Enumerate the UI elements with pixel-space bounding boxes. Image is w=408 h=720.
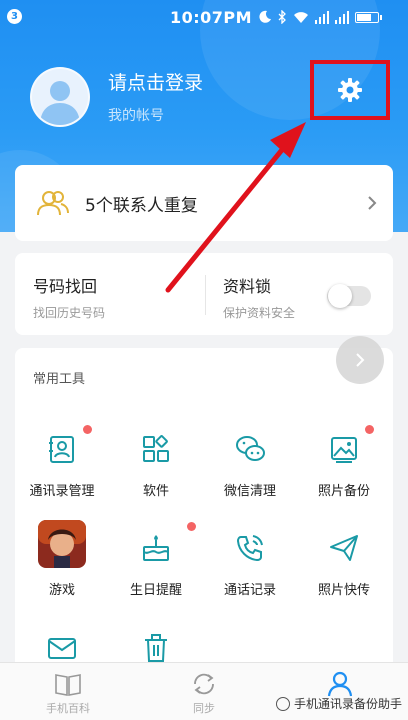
contacts-icon <box>37 191 69 216</box>
signal-icon <box>315 10 329 24</box>
sync-icon <box>194 673 214 695</box>
signal-icon <box>335 10 349 24</box>
toggle-knob <box>328 284 352 308</box>
chevron-right-icon <box>368 196 377 210</box>
nav-label: 手机百科 <box>46 702 90 715</box>
tools-card: 常用工具 通讯录管理 软件 微信清理 照片备份 游戏 生日提醒 通话记录 照片快… <box>15 348 393 678</box>
contact-book-icon <box>49 436 74 463</box>
person-icon <box>327 671 353 697</box>
notification-count-badge: 3 <box>7 9 22 24</box>
tool-label: 微信清理 <box>223 484 276 499</box>
new-badge <box>365 425 374 434</box>
divider <box>205 275 206 315</box>
user-silhouette-icon <box>40 81 80 125</box>
tool-label: 通讯录管理 <box>29 484 95 499</box>
tool-label: 软件 <box>142 484 169 499</box>
tool-birthday-reminder[interactable]: 生日提醒 <box>109 522 203 616</box>
tool-games[interactable]: 游戏 <box>15 520 109 616</box>
tools-section-title: 常用工具 <box>33 372 86 387</box>
settings-button[interactable] <box>310 60 390 120</box>
number-recovery-subtitle: 找回历史号码 <box>33 306 106 320</box>
new-badge <box>187 522 196 531</box>
phone-call-icon <box>236 535 263 562</box>
bluetooth-icon <box>278 10 286 24</box>
tool-wechat-clean[interactable]: 微信清理 <box>203 425 297 517</box>
watermark: 手机通讯录备份助手 <box>275 695 402 712</box>
watermark-text: 手机通讯录备份助手 <box>293 697 402 711</box>
duplicate-contacts-card[interactable]: 5个联系人重复 <box>15 165 393 241</box>
battery-icon <box>355 11 382 23</box>
status-time: 10:07PM <box>170 8 253 27</box>
new-badge <box>83 425 92 434</box>
status-bar: 3 10:07PM <box>0 0 408 34</box>
tool-label: 游戏 <box>48 583 75 598</box>
wechat-icon <box>236 436 265 461</box>
data-lock-subtitle: 保护资料安全 <box>223 306 296 320</box>
chevron-right-icon <box>356 353 365 367</box>
wifi-icon <box>294 11 308 23</box>
apps-grid-icon <box>143 435 169 462</box>
tool-label: 通话记录 <box>223 583 276 598</box>
mail-icon <box>48 638 76 659</box>
cake-icon <box>143 535 169 561</box>
tool-call-history[interactable]: 通话记录 <box>203 524 297 616</box>
wechat-official-icon <box>275 696 290 711</box>
send-plane-icon <box>330 535 358 561</box>
data-lock-title[interactable]: 资料锁 <box>223 273 271 297</box>
nav-tab-encyclopedia[interactable]: 手机百科 <box>0 663 136 720</box>
number-recovery-title[interactable]: 号码找回 <box>33 273 97 297</box>
floating-next-button[interactable] <box>336 336 384 384</box>
tool-contact-management[interactable]: 通讯录管理 <box>15 425 109 517</box>
account-label: 我的帐号 <box>108 108 164 124</box>
book-icon <box>55 674 81 696</box>
tool-photo-backup[interactable]: 照片备份 <box>297 425 391 517</box>
tool-photo-transfer[interactable]: 照片快传 <box>297 524 391 616</box>
data-lock-toggle[interactable] <box>327 284 371 308</box>
tool-label: 照片备份 <box>317 484 370 499</box>
moon-icon <box>259 10 271 23</box>
avatar[interactable] <box>30 67 90 127</box>
tool-label: 生日提醒 <box>129 583 182 598</box>
duplicate-contacts-label: 5个联系人重复 <box>85 196 198 216</box>
nav-label: 同步 <box>193 702 215 715</box>
trash-icon <box>145 634 167 662</box>
status-icons <box>258 9 382 25</box>
game-icon <box>38 520 86 568</box>
nav-tab-sync[interactable]: 同步 <box>136 663 272 720</box>
gear-icon <box>338 78 362 102</box>
tool-label: 照片快传 <box>317 583 370 598</box>
login-prompt[interactable]: 请点击登录 <box>108 68 203 95</box>
tool-apps[interactable]: 软件 <box>109 425 203 517</box>
photo-icon <box>331 437 357 463</box>
